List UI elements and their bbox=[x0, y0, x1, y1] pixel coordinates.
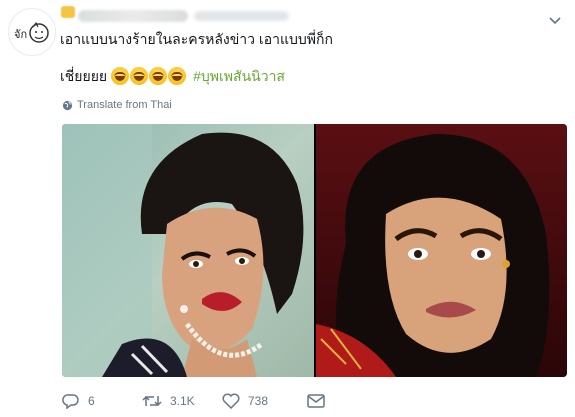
dm-icon bbox=[307, 394, 325, 408]
retweet-count: 3.1K bbox=[170, 394, 195, 408]
avatar-label: จัก bbox=[14, 28, 28, 41]
dm-button[interactable] bbox=[307, 394, 333, 408]
rofl-emojis bbox=[111, 67, 187, 85]
author-handle-redacted[interactable] bbox=[194, 11, 289, 21]
retweet-button[interactable]: 3.1K bbox=[142, 393, 222, 409]
photo-right[interactable] bbox=[316, 124, 567, 377]
tweet-actions: 6 3.1K 738 bbox=[62, 388, 542, 414]
like-button[interactable]: 738 bbox=[222, 393, 307, 409]
globe-icon bbox=[62, 100, 73, 110]
reply-count: 6 bbox=[88, 394, 95, 408]
rofl-emoji-icon bbox=[149, 67, 168, 85]
reply-icon bbox=[62, 394, 79, 409]
hashtag-link[interactable]: #บุพเพสันนิวาส bbox=[193, 66, 285, 86]
rofl-emoji-icon bbox=[111, 67, 130, 85]
avatar[interactable]: จัก bbox=[8, 8, 56, 56]
photo-left[interactable] bbox=[62, 124, 314, 377]
rofl-emoji-icon bbox=[168, 67, 187, 85]
like-icon bbox=[222, 393, 240, 409]
translate-label: Translate from Thai bbox=[77, 99, 172, 111]
more-menu-button[interactable] bbox=[549, 12, 561, 30]
chevron-down-icon bbox=[549, 17, 561, 25]
reply-button[interactable]: 6 bbox=[62, 393, 142, 409]
tweet-text-word: เชี่ยยยย bbox=[60, 68, 108, 84]
like-count: 738 bbox=[248, 394, 269, 408]
tweet-header bbox=[60, 6, 289, 26]
retweet-icon bbox=[142, 395, 162, 407]
media-grid[interactable] bbox=[62, 124, 567, 377]
translate-link[interactable]: Translate from Thai bbox=[62, 99, 172, 111]
author-name-redacted[interactable] bbox=[78, 10, 188, 22]
rofl-emoji-icon bbox=[130, 67, 149, 85]
tweet-text-line-1: เอาแบบนางร้ายในละครหลังข่าว เอาแบบพี่ก็ก bbox=[60, 31, 333, 47]
tweet-text-line-2: เชี่ยยยย #บุพเพสันนิวาส bbox=[60, 66, 285, 86]
